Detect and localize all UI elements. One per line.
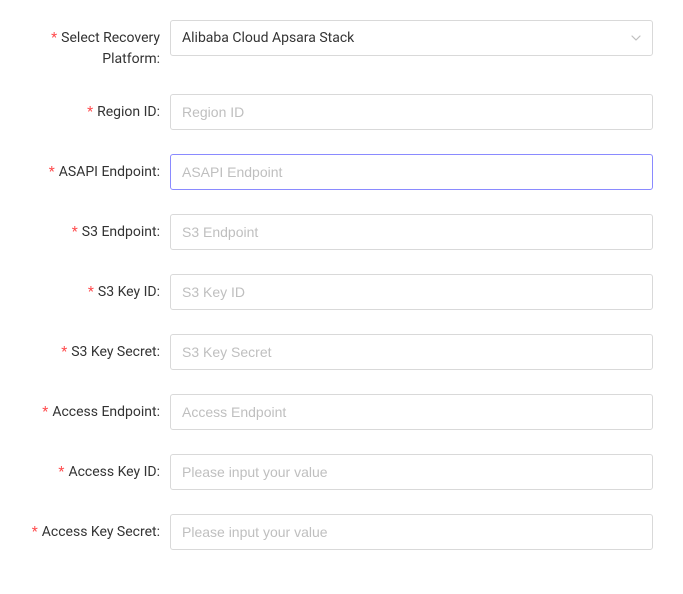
label-text: S3 Key Secret: (71, 344, 160, 360)
required-mark: * (32, 524, 38, 540)
label-text: Region ID: (97, 104, 160, 120)
label-text: Select Recovery Platform: (61, 30, 160, 67)
required-mark: * (51, 30, 57, 46)
required-mark: * (42, 404, 48, 420)
label-text: Access Key Secret: (42, 524, 160, 540)
asapi-endpoint-input[interactable] (170, 154, 653, 190)
s3-key-secret-input[interactable] (170, 334, 653, 370)
recovery-platform-select[interactable]: Alibaba Cloud Apsara Stack (170, 20, 653, 56)
chevron-down-icon (631, 33, 641, 43)
required-mark: * (58, 464, 64, 480)
access-endpoint-input[interactable] (170, 394, 653, 430)
access-key-secret-label: *Access Key Secret: (30, 514, 170, 543)
required-mark: * (88, 284, 94, 300)
access-endpoint-label: *Access Endpoint: (30, 394, 170, 423)
required-mark: * (72, 224, 78, 240)
required-mark: * (87, 104, 93, 120)
label-text: Access Key ID: (68, 464, 160, 480)
s3-endpoint-label: *S3 Endpoint: (30, 214, 170, 243)
s3-key-id-input[interactable] (170, 274, 653, 310)
label-text: ASAPI Endpoint: (59, 164, 160, 180)
required-mark: * (49, 164, 55, 180)
label-text: Access Endpoint: (52, 404, 160, 420)
select-value: Alibaba Cloud Apsara Stack (182, 28, 354, 49)
access-key-id-label: *Access Key ID: (30, 454, 170, 483)
asapi-endpoint-label: *ASAPI Endpoint: (30, 154, 170, 183)
s3-key-id-label: *S3 Key ID: (30, 274, 170, 303)
required-mark: * (61, 344, 67, 360)
s3-key-secret-label: *S3 Key Secret: (30, 334, 170, 363)
label-text: S3 Key ID: (98, 284, 160, 300)
region-id-label: *Region ID: (30, 94, 170, 123)
region-id-input[interactable] (170, 94, 653, 130)
recovery-platform-label: *Select Recovery Platform: (30, 20, 170, 70)
s3-endpoint-input[interactable] (170, 214, 653, 250)
access-key-id-input[interactable] (170, 454, 653, 490)
label-text: S3 Endpoint: (82, 224, 160, 240)
access-key-secret-input[interactable] (170, 514, 653, 550)
